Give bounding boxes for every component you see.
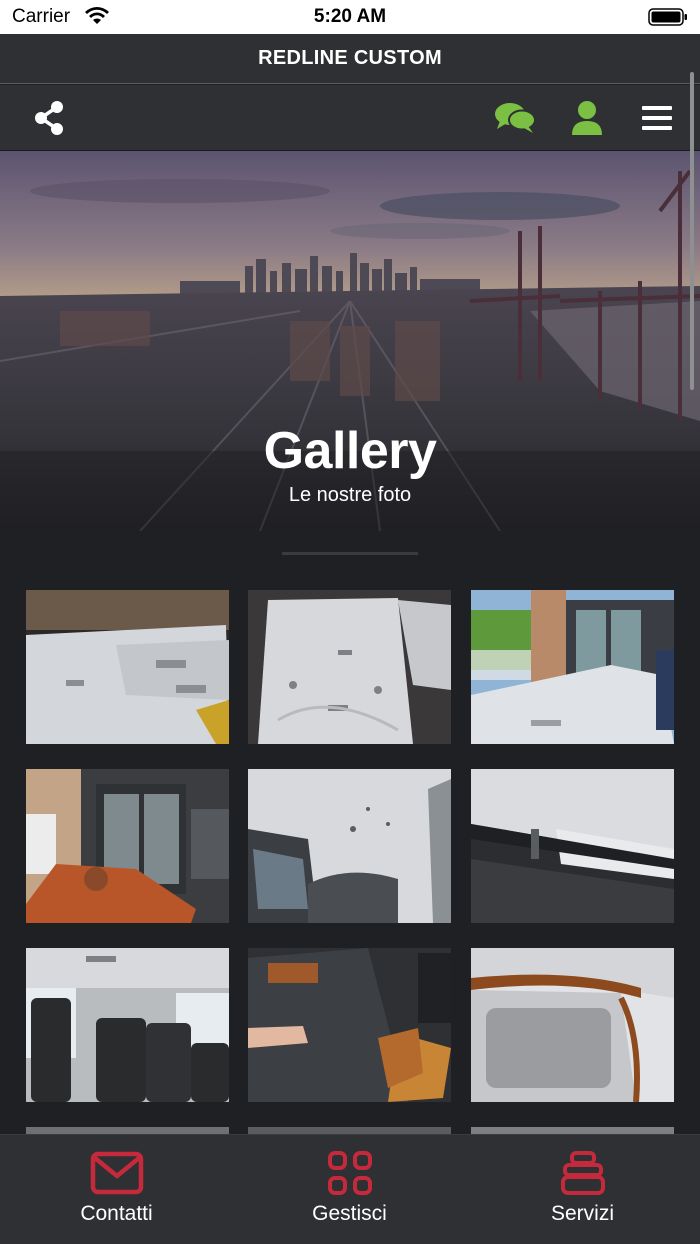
chat-icon — [495, 103, 536, 133]
grid-icon — [322, 1149, 378, 1197]
gallery-hero-banner: Gallery Le nostre foto — [0, 151, 700, 531]
gallery-photo-3[interactable] — [471, 590, 674, 744]
scrollbar[interactable] — [690, 72, 694, 390]
user-button[interactable] — [566, 97, 608, 139]
app-header: REDLINE CUSTOM — [0, 34, 700, 84]
bottom-tab-bar: Contatti Gestisci Servizi — [0, 1134, 700, 1244]
tab-gestisci[interactable]: Gestisci — [233, 1135, 466, 1244]
hero-subtitle: Le nostre foto — [288, 484, 412, 506]
tab-label-servizi: Servizi — [550, 1202, 614, 1225]
tab-servizi[interactable]: Servizi — [466, 1135, 699, 1244]
battery-icon — [648, 8, 687, 26]
hero-title: Gallery — [263, 422, 437, 480]
gallery-photo-6[interactable] — [471, 769, 674, 923]
mail-icon — [89, 1149, 145, 1197]
user-icon — [572, 101, 602, 135]
gallery-photo-1[interactable] — [26, 590, 229, 744]
gallery-photo-8[interactable] — [248, 948, 451, 1102]
tab-contatti[interactable]: Contatti — [0, 1135, 233, 1244]
chat-button[interactable] — [492, 97, 538, 139]
gallery-photo-7[interactable] — [26, 948, 229, 1102]
menu-button[interactable] — [636, 97, 678, 139]
section-divider — [282, 552, 418, 555]
hamburger-menu-icon — [642, 106, 672, 130]
gallery-photo-9[interactable] — [471, 948, 674, 1102]
app-title: REDLINE CUSTOM — [258, 47, 442, 69]
gallery-photo-10[interactable] — [26, 1127, 229, 1134]
gallery-photo-11[interactable] — [248, 1127, 451, 1134]
share-icon — [35, 101, 63, 135]
gallery-photo-5[interactable] — [248, 769, 451, 923]
toolbar — [0, 85, 700, 151]
gallery-photo-4[interactable] — [26, 769, 229, 923]
share-button[interactable] — [28, 97, 70, 139]
tab-label-gestisci: Gestisci — [312, 1202, 387, 1225]
gallery-photo-12[interactable] — [471, 1127, 674, 1134]
tab-label-contatti: Contatti — [80, 1202, 153, 1225]
stack-icon — [555, 1149, 611, 1197]
gallery-photo-2[interactable] — [248, 590, 451, 744]
status-bar: Carrier 5:20 AM — [0, 0, 700, 34]
clock-time: 5:20 AM — [313, 6, 387, 27]
app-screen: Carrier 5:20 AM REDLINE CUSTOM Gallery L… — [0, 0, 700, 1244]
